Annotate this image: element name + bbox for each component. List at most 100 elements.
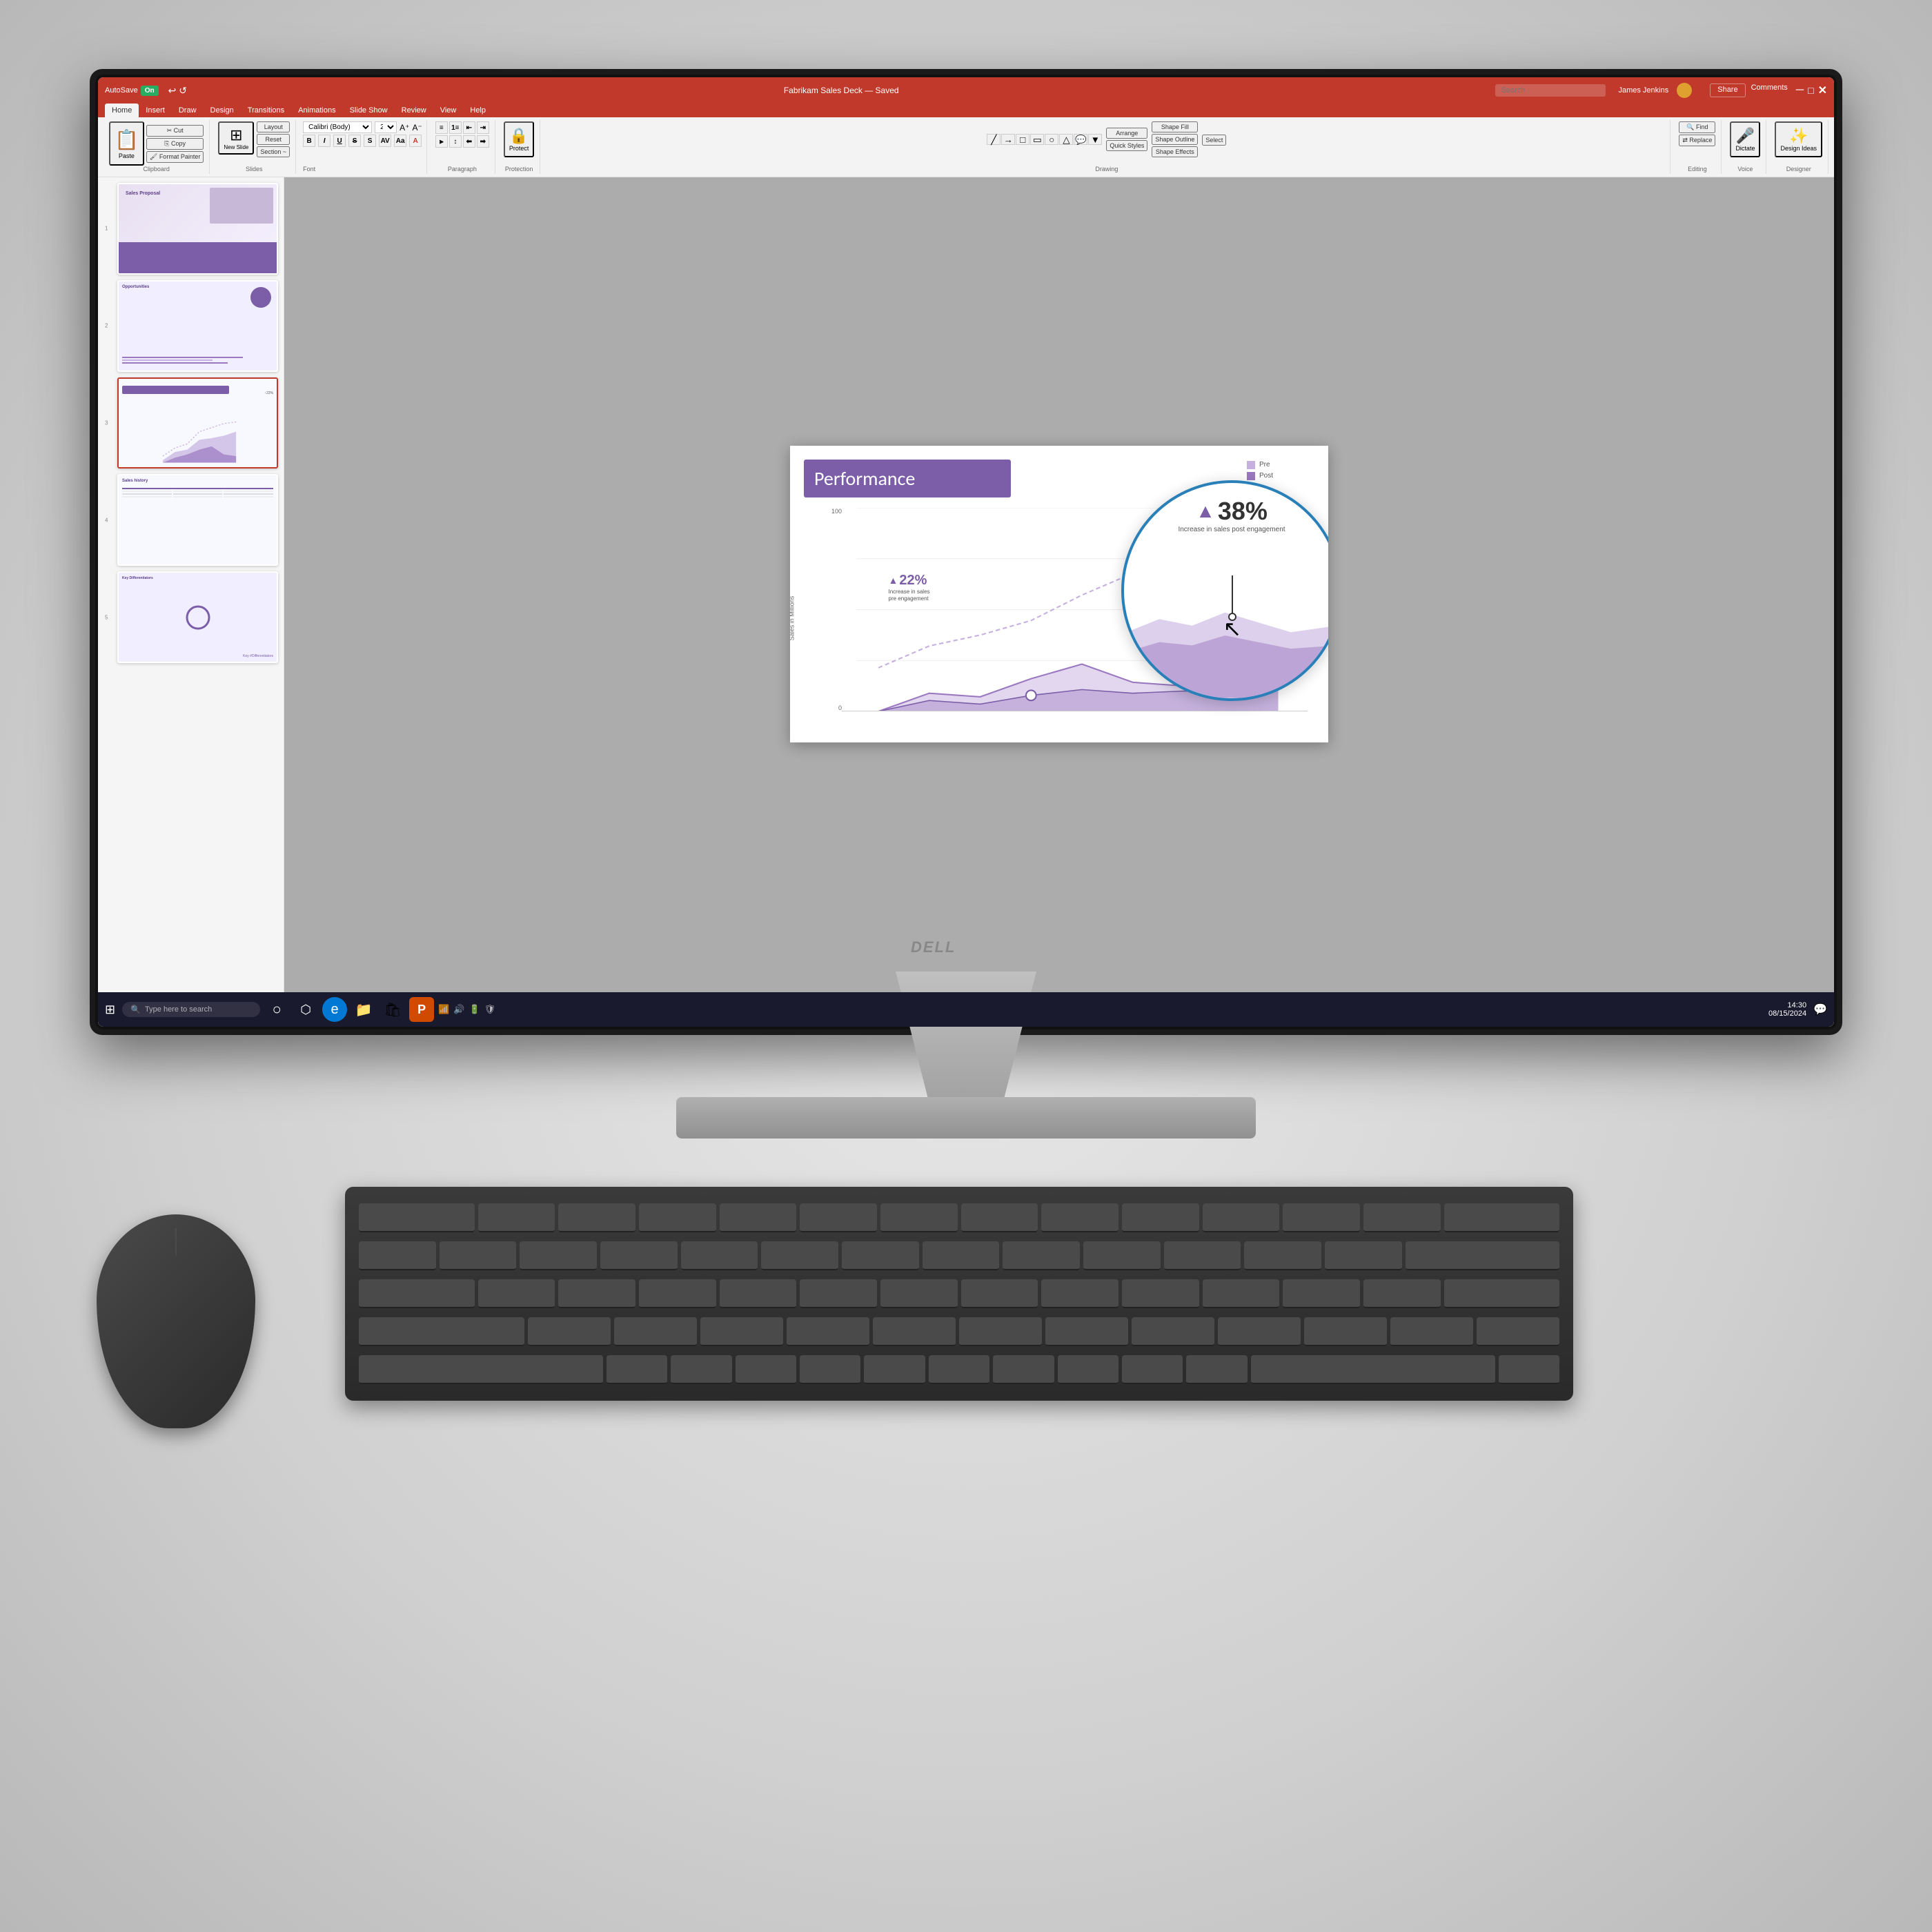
taskbar-store-button[interactable]: 🛍	[380, 997, 405, 1022]
key-bracket-open[interactable]	[1283, 1279, 1360, 1308]
arrange-button[interactable]: Arrange	[1106, 128, 1147, 139]
protect-button[interactable]: 🔒 Protect	[504, 121, 535, 157]
key-4[interactable]	[681, 1241, 758, 1270]
numbering-button[interactable]: 1≡	[449, 121, 462, 134]
key-f7[interactable]	[961, 1203, 1038, 1232]
tab-insert[interactable]: Insert	[139, 103, 172, 117]
cut-button[interactable]: ✂ Cut	[146, 125, 204, 137]
columns-button[interactable]: ⫸	[435, 135, 448, 148]
title-search-input[interactable]	[1495, 84, 1606, 97]
tab-help[interactable]: Help	[463, 103, 493, 117]
format-painter-button[interactable]: 🖌 Format Painter	[146, 151, 204, 163]
key-9[interactable]	[1083, 1241, 1161, 1270]
reset-button[interactable]: Reset	[257, 134, 290, 145]
taskbar-folder-button[interactable]: 📁	[351, 997, 376, 1022]
key-q[interactable]	[478, 1279, 555, 1308]
key-n[interactable]	[929, 1355, 989, 1384]
comments-button[interactable]: Comments	[1751, 83, 1788, 97]
oval-shape-button[interactable]: ○	[1045, 134, 1058, 145]
new-slide-button[interactable]: ⊞ New Slide	[218, 121, 254, 155]
key-f6[interactable]	[880, 1203, 958, 1232]
align-left-button[interactable]: ⬅	[463, 135, 475, 148]
triangle-shape-button[interactable]: △	[1059, 134, 1073, 145]
key-a[interactable]	[528, 1317, 611, 1346]
font-family-select[interactable]: Calibri (Body)	[303, 121, 372, 133]
key-comma[interactable]	[1058, 1355, 1118, 1384]
shield-icon[interactable]: 🛡	[484, 1004, 496, 1015]
key-h[interactable]	[959, 1317, 1042, 1346]
key-s[interactable]	[614, 1317, 697, 1346]
key-f8[interactable]	[1041, 1203, 1118, 1232]
key-f5[interactable]	[800, 1203, 877, 1232]
taskbar-cortana-button[interactable]: ○	[264, 997, 289, 1022]
tab-slideshow[interactable]: Slide Show	[343, 103, 395, 117]
key-l[interactable]	[1218, 1317, 1301, 1346]
key-1[interactable]	[440, 1241, 517, 1270]
copy-button[interactable]: ⎘ Copy	[146, 138, 204, 150]
italic-button[interactable]: I	[318, 135, 331, 147]
key-backslash[interactable]	[1477, 1317, 1559, 1346]
key-enter[interactable]	[1444, 1279, 1560, 1308]
bullets-button[interactable]: ≡	[435, 121, 448, 134]
key-backspace[interactable]	[1406, 1241, 1559, 1270]
callout-shape-button[interactable]: 💬	[1074, 134, 1087, 145]
slide-thumb-3[interactable]: ↑22%	[117, 377, 278, 469]
shape-effects-button[interactable]: Shape Effects	[1152, 146, 1198, 157]
key-r[interactable]	[720, 1279, 797, 1308]
dictate-button[interactable]: 🎤 Dictate	[1730, 121, 1760, 157]
more-shapes-button[interactable]: ▼	[1088, 134, 1102, 145]
change-case-button[interactable]: Aa	[394, 135, 406, 147]
taskbar-edge-button[interactable]: e	[322, 997, 347, 1022]
key-e[interactable]	[639, 1279, 716, 1308]
key-b[interactable]	[864, 1355, 925, 1384]
strikethrough-button[interactable]: S	[348, 135, 361, 147]
key-equals[interactable]	[1325, 1241, 1402, 1270]
key-d[interactable]	[700, 1317, 783, 1346]
line-shape-button[interactable]: ╱	[987, 134, 1000, 145]
key-f[interactable]	[787, 1317, 869, 1346]
minimize-button[interactable]: ─	[1796, 84, 1804, 97]
slide-thumb-2[interactable]: Opportunities	[117, 280, 278, 372]
increase-indent-button[interactable]: ⇥	[477, 121, 489, 134]
slide-main[interactable]: Performance Pre	[790, 446, 1328, 742]
undo-icon[interactable]: ↩ ↺	[168, 85, 187, 97]
key-5[interactable]	[761, 1241, 838, 1270]
key-c[interactable]	[736, 1355, 796, 1384]
key-g[interactable]	[873, 1317, 956, 1346]
key-quote[interactable]	[1390, 1317, 1473, 1346]
key-t[interactable]	[800, 1279, 877, 1308]
key-backtick[interactable]	[359, 1241, 436, 1270]
key-m[interactable]	[993, 1355, 1054, 1384]
text-direction-button[interactable]: ↕	[449, 135, 462, 148]
key-shift-left[interactable]	[359, 1355, 603, 1384]
char-spacing-button[interactable]: AV	[379, 135, 391, 147]
shadow-button[interactable]: S	[364, 135, 376, 147]
replace-button[interactable]: ⇄ Replace	[1679, 135, 1715, 146]
key-tab[interactable]	[359, 1279, 475, 1308]
key-x[interactable]	[671, 1355, 731, 1384]
share-button[interactable]: Share	[1710, 83, 1745, 97]
key-0[interactable]	[1164, 1241, 1241, 1270]
taskbar-search[interactable]: 🔍 Type here to search	[122, 1002, 260, 1017]
font-grow-icon[interactable]: A⁺	[400, 123, 409, 132]
taskbar-task-view-button[interactable]: ⬡	[293, 997, 318, 1022]
tab-animations[interactable]: Animations	[291, 103, 342, 117]
rounded-rect-shape-button[interactable]: ▭	[1030, 134, 1044, 145]
bold-button[interactable]: B	[303, 135, 315, 147]
shape-outline-button[interactable]: Shape Outline	[1152, 134, 1198, 145]
paste-button[interactable]: 📋 Paste	[109, 121, 144, 166]
key-bracket-close[interactable]	[1363, 1279, 1441, 1308]
tab-review[interactable]: Review	[395, 103, 433, 117]
decrease-indent-button[interactable]: ⇤	[463, 121, 475, 134]
tab-transitions[interactable]: Transitions	[241, 103, 291, 117]
key-u[interactable]	[961, 1279, 1038, 1308]
volume-icon[interactable]: 🔊	[453, 1004, 464, 1015]
key-escape[interactable]	[359, 1203, 475, 1232]
slide-thumb-4[interactable]: Sales history	[117, 474, 278, 566]
font-size-select[interactable]: 21	[375, 121, 397, 133]
key-f9[interactable]	[1122, 1203, 1199, 1232]
key-shift-right[interactable]	[1251, 1355, 1495, 1384]
font-color-button[interactable]: A	[409, 135, 422, 147]
key-o[interactable]	[1122, 1279, 1199, 1308]
key-v[interactable]	[800, 1355, 860, 1384]
